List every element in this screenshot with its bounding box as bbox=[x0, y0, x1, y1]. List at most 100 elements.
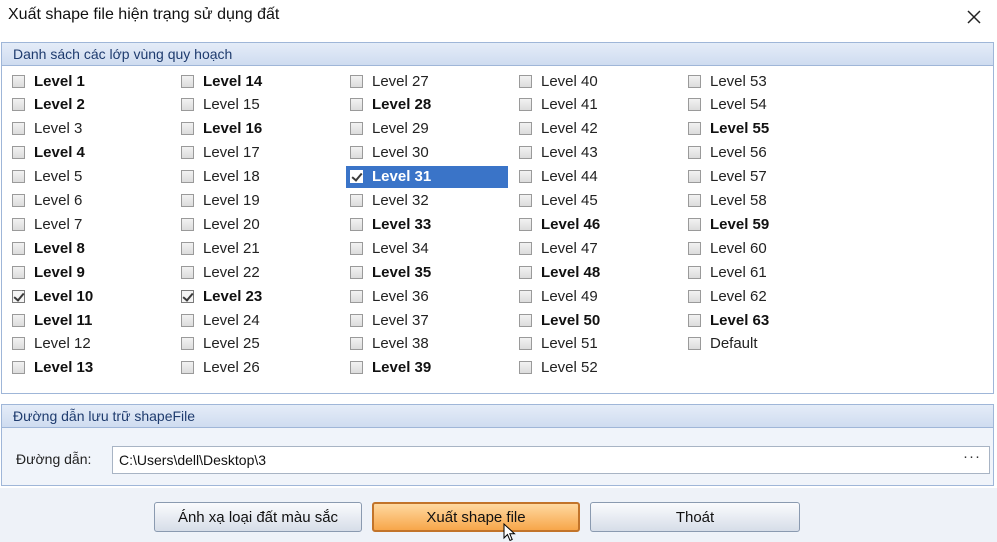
layer-checkbox-item[interactable]: Level 41 bbox=[515, 94, 598, 116]
layer-checkbox-item[interactable]: Level 16 bbox=[177, 118, 262, 140]
layer-checkbox-item[interactable]: Level 47 bbox=[515, 237, 598, 259]
layer-checkbox-item[interactable]: Level 18 bbox=[177, 166, 260, 188]
path-input[interactable]: C:\Users\dell\Desktop\3 bbox=[112, 446, 990, 474]
checkbox[interactable] bbox=[688, 337, 701, 351]
layer-checkbox-item[interactable]: Level 55 bbox=[684, 118, 769, 140]
layer-checkbox-item[interactable]: Level 27 bbox=[346, 70, 429, 92]
layer-checkbox-item[interactable]: Level 7 bbox=[8, 213, 82, 235]
checkbox[interactable] bbox=[350, 361, 363, 375]
checkbox[interactable] bbox=[519, 265, 532, 279]
layer-checkbox-item[interactable]: Level 52 bbox=[515, 357, 598, 379]
close-button[interactable] bbox=[959, 2, 989, 32]
checkbox[interactable] bbox=[688, 98, 701, 112]
layer-checkbox-item[interactable]: Level 51 bbox=[515, 333, 598, 355]
checkbox[interactable] bbox=[12, 241, 25, 255]
checkbox[interactable] bbox=[519, 217, 532, 231]
layer-checkbox-item[interactable]: Level 37 bbox=[346, 309, 429, 331]
layer-checkbox-item[interactable]: Level 14 bbox=[177, 70, 262, 92]
layer-checkbox-item[interactable]: Level 30 bbox=[346, 142, 429, 164]
layer-checkbox-item[interactable]: Level 58 bbox=[684, 190, 767, 212]
checkbox[interactable] bbox=[519, 289, 532, 303]
checkbox[interactable] bbox=[12, 98, 25, 112]
checkbox[interactable] bbox=[350, 217, 363, 231]
layer-checkbox-item[interactable]: Level 62 bbox=[684, 285, 767, 307]
checkbox[interactable] bbox=[519, 313, 532, 327]
checkbox[interactable] bbox=[688, 217, 701, 231]
layer-checkbox-item[interactable]: Level 45 bbox=[515, 190, 598, 212]
checkbox[interactable] bbox=[519, 337, 532, 351]
checkbox[interactable] bbox=[12, 337, 25, 351]
checkbox[interactable] bbox=[12, 74, 25, 88]
checkbox[interactable] bbox=[12, 170, 25, 184]
layer-checkbox-item[interactable]: Level 17 bbox=[177, 142, 260, 164]
layer-checkbox-item[interactable]: Level 3 bbox=[8, 118, 82, 140]
layer-checkbox-item[interactable]: Default bbox=[684, 333, 758, 355]
checkbox[interactable] bbox=[181, 337, 194, 351]
checkbox[interactable] bbox=[181, 98, 194, 112]
layer-checkbox-item[interactable]: Level 53 bbox=[684, 70, 767, 92]
layer-checkbox-item[interactable]: Level 9 bbox=[8, 261, 85, 283]
checkbox[interactable] bbox=[12, 146, 25, 160]
checkbox[interactable] bbox=[519, 361, 532, 375]
layer-checkbox-item[interactable]: Level 48 bbox=[515, 261, 600, 283]
checkbox[interactable] bbox=[181, 146, 194, 160]
layer-checkbox-item[interactable]: Level 2 bbox=[8, 94, 85, 116]
checkbox[interactable] bbox=[181, 74, 194, 88]
layer-checkbox-item[interactable]: Level 4 bbox=[8, 142, 85, 164]
layer-checkbox-item[interactable]: Level 33 bbox=[346, 213, 431, 235]
checkbox[interactable] bbox=[12, 194, 25, 207]
checkbox[interactable] bbox=[688, 74, 701, 88]
checkbox-checked[interactable] bbox=[350, 170, 363, 184]
checkbox[interactable] bbox=[688, 265, 701, 279]
checkbox[interactable] bbox=[519, 170, 532, 184]
layer-checkbox-item[interactable]: Level 43 bbox=[515, 142, 598, 164]
layer-checkbox-item[interactable]: Level 38 bbox=[346, 333, 429, 355]
checkbox[interactable] bbox=[688, 194, 701, 207]
checkbox[interactable] bbox=[12, 122, 25, 136]
checkbox[interactable] bbox=[181, 313, 194, 327]
layer-checkbox-item[interactable]: Level 39 bbox=[346, 357, 431, 379]
layer-checkbox-item[interactable]: Level 50 bbox=[515, 309, 600, 331]
layer-checkbox-item[interactable]: Level 28 bbox=[346, 94, 431, 116]
layer-checkbox-item[interactable]: Level 24 bbox=[177, 309, 260, 331]
layer-checkbox-item[interactable]: Level 29 bbox=[346, 118, 429, 140]
checkbox[interactable] bbox=[519, 241, 532, 255]
checkbox[interactable] bbox=[350, 241, 363, 255]
checkbox[interactable] bbox=[181, 265, 194, 279]
layer-checkbox-item[interactable]: Level 34 bbox=[346, 237, 429, 259]
checkbox[interactable] bbox=[350, 289, 363, 303]
layer-checkbox-item[interactable]: Level 56 bbox=[684, 142, 767, 164]
layer-checkbox-item[interactable]: Level 5 bbox=[8, 166, 82, 188]
browse-button[interactable]: ··· bbox=[963, 448, 981, 465]
layer-checkbox-item[interactable]: Level 13 bbox=[8, 357, 93, 379]
layer-checkbox-item[interactable]: Level 60 bbox=[684, 237, 767, 259]
layer-checkbox-item[interactable]: Level 54 bbox=[684, 94, 767, 116]
checkbox[interactable] bbox=[688, 289, 701, 303]
checkbox[interactable] bbox=[181, 361, 194, 375]
layer-checkbox-item[interactable]: Level 8 bbox=[8, 237, 85, 259]
layer-checkbox-item[interactable]: Level 26 bbox=[177, 357, 260, 379]
checkbox[interactable] bbox=[350, 313, 363, 327]
checkbox[interactable] bbox=[12, 217, 25, 231]
checkbox[interactable] bbox=[688, 122, 701, 136]
layer-checkbox-item[interactable]: Level 57 bbox=[684, 166, 767, 188]
layer-checkbox-item[interactable]: Level 22 bbox=[177, 261, 260, 283]
layer-checkbox-item[interactable]: Level 46 bbox=[515, 213, 600, 235]
checkbox[interactable] bbox=[181, 194, 194, 207]
layer-checkbox-item[interactable]: Level 42 bbox=[515, 118, 598, 140]
checkbox[interactable] bbox=[350, 98, 363, 112]
checkbox[interactable] bbox=[519, 98, 532, 112]
checkbox[interactable] bbox=[688, 170, 701, 184]
checkbox[interactable] bbox=[688, 241, 701, 255]
checkbox[interactable] bbox=[12, 313, 25, 327]
layer-checkbox-item[interactable]: Level 36 bbox=[346, 285, 429, 307]
checkbox-checked[interactable] bbox=[181, 289, 194, 303]
layer-checkbox-item[interactable]: Level 31 bbox=[346, 165, 508, 188]
checkbox[interactable] bbox=[12, 361, 25, 375]
exit-button[interactable]: Thoát bbox=[590, 502, 800, 532]
layer-checkbox-item[interactable]: Level 12 bbox=[8, 333, 91, 355]
checkbox[interactable] bbox=[688, 146, 701, 160]
layer-checkbox-item[interactable]: Level 23 bbox=[177, 285, 262, 307]
layer-checkbox-item[interactable]: Level 19 bbox=[177, 190, 260, 212]
checkbox[interactable] bbox=[181, 170, 194, 184]
